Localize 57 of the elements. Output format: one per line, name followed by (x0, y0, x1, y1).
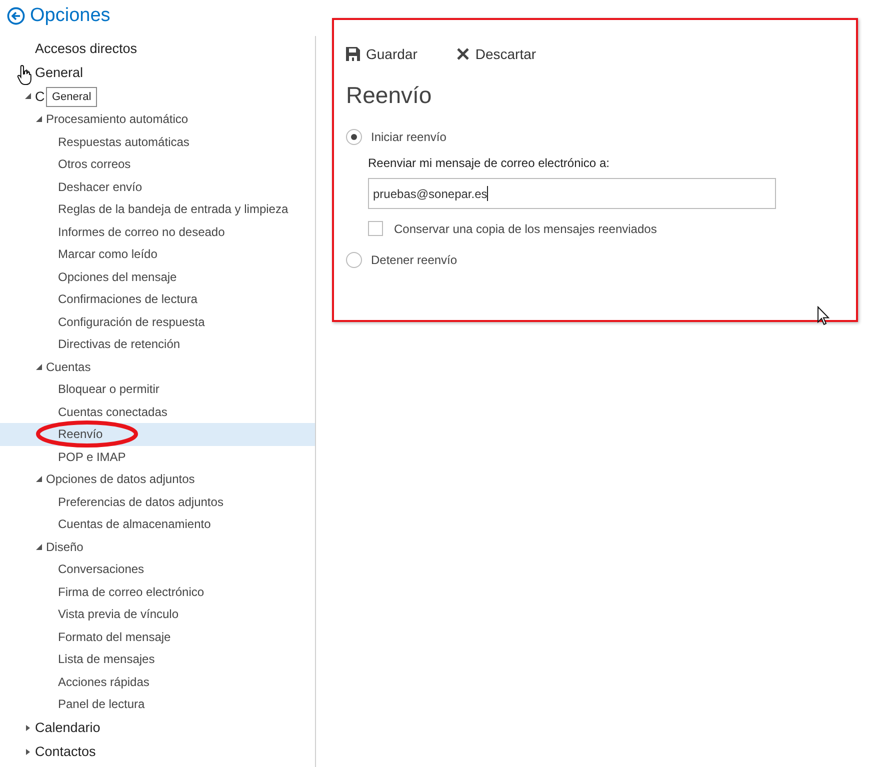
nav-item[interactable]: General (35, 64, 84, 80)
nav-item[interactable]: Informes de correo no deseado (58, 224, 225, 239)
nav-item[interactable]: Procesamiento automático (46, 112, 188, 126)
radio-label: Iniciar reenvío (371, 130, 446, 144)
discard-button[interactable]: Descartar (457, 46, 536, 62)
expanded-triangle-icon[interactable] (36, 116, 42, 122)
nav-item[interactable]: Formato del mensaje (58, 630, 171, 644)
nav-item[interactable]: Configuración de respuesta (58, 314, 205, 329)
nav-item[interactable]: Confirmaciones de lectura (58, 292, 198, 306)
nav-item[interactable]: C (35, 88, 45, 104)
nav-item[interactable]: Reglas de la bandeja de entrada y limpieza (58, 202, 288, 216)
nav-item[interactable]: Panel de lectura (58, 697, 145, 712)
hand-cursor-icon (17, 64, 33, 86)
back-icon[interactable] (7, 7, 25, 25)
nav-item[interactable]: Vista previa de vínculo (58, 607, 179, 622)
expanded-triangle-icon[interactable] (36, 476, 42, 482)
nav-item[interactable]: Cuentas de almacenamiento (58, 517, 211, 532)
nav-item[interactable]: Lista de mensajes (58, 652, 155, 666)
checkbox-label: Conservar una copia de los mensajes reenviados (394, 222, 657, 236)
nav-item[interactable]: Preferencias de datos adjuntos (58, 494, 224, 509)
nav-item[interactable]: Calendario (35, 720, 100, 735)
page-title: Opciones (30, 5, 110, 27)
nav-item[interactable]: Opciones de datos adjuntos (46, 472, 195, 486)
collapsed-triangle-icon[interactable] (25, 724, 31, 730)
nav-item[interactable]: Respuestas automáticas (58, 134, 190, 149)
nav-item[interactable]: Diseño (46, 540, 84, 554)
nav-item[interactable]: Cuentas conectadas (58, 404, 168, 419)
nav-item[interactable]: Accesos directos (35, 40, 138, 56)
nav-item[interactable]: Firma de correo electrónico (58, 584, 204, 599)
nav-item[interactable]: Contactos (35, 744, 96, 759)
tooltip: General (46, 87, 98, 107)
radio-label: Detener reenvío (371, 253, 458, 267)
nav-item[interactable]: Marcar como leído (58, 247, 158, 262)
nav-item[interactable]: Cuentas (46, 360, 91, 374)
nav-item[interactable]: Bloquear o permitir (58, 382, 160, 396)
nav-item[interactable]: Directivas de retención (58, 337, 180, 352)
nav-item[interactable]: Conversaciones (58, 562, 144, 576)
expanded-triangle-icon[interactable] (36, 364, 42, 370)
collapsed-triangle-icon[interactable] (25, 748, 31, 754)
nav-item[interactable]: POP e IMAP (58, 450, 126, 464)
radio-button[interactable] (346, 129, 362, 145)
mouse-cursor-icon (817, 306, 830, 326)
nav-item[interactable]: Deshacer envío (58, 180, 142, 194)
save-icon (346, 47, 360, 61)
nav-item[interactable]: Acciones rápidas (58, 674, 150, 689)
nav-item[interactable]: Opciones del mensaje (58, 270, 177, 284)
expanded-triangle-icon[interactable] (36, 544, 42, 550)
expanded-triangle-icon[interactable] (25, 93, 31, 99)
field-label: Reenviar mi mensaje de correo electrónico a: (368, 156, 610, 170)
nav-item[interactable]: Otros correos (58, 157, 131, 172)
close-icon (457, 48, 470, 60)
email-field[interactable]: pruebas@sonepar.es (368, 178, 776, 209)
radio-button[interactable] (346, 252, 362, 268)
save-button[interactable]: Guardar (346, 46, 418, 62)
selected-row[interactable]: Reenvío (0, 423, 315, 446)
checkbox[interactable] (368, 221, 383, 236)
section-title: Reenvío (346, 82, 433, 109)
